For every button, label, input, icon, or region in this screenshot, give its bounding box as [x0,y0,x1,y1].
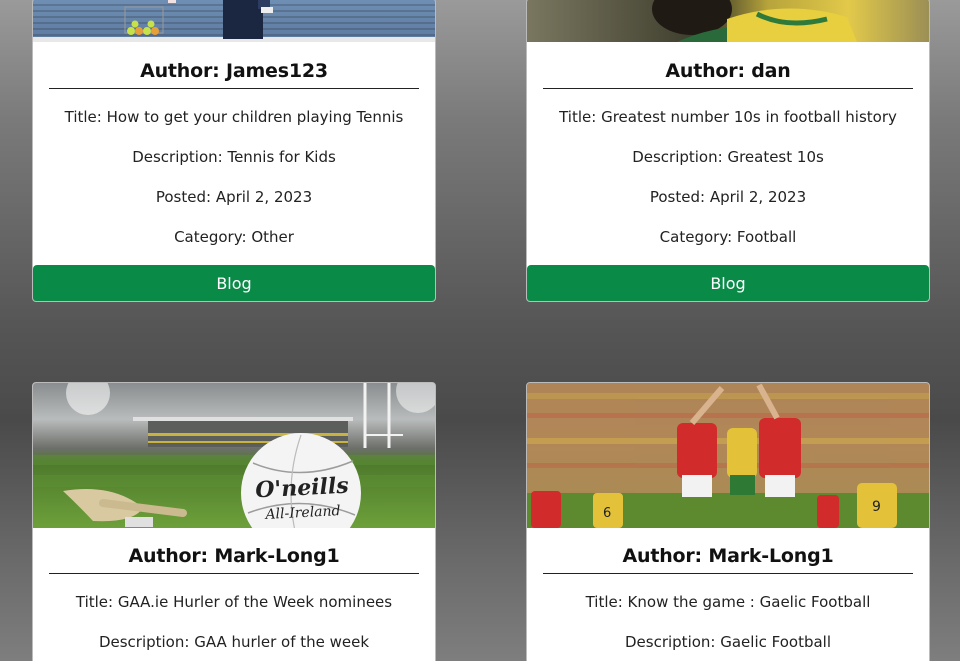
post-title: Title: Know the game : Gaelic Football [585,593,871,611]
post-description: Description: Gaelic Football [624,633,832,651]
post-image-tennis [33,0,435,42]
post-image-hurling: O'neills All-Ireland [33,383,435,528]
post-category: Category: Football [659,228,797,246]
post-image-football [527,0,929,42]
svg-text:9: 9 [872,499,881,515]
post-description: Description: GAA hurler of the week [98,633,370,651]
post-author: Author: dan [543,60,913,89]
post-category: Category: Other [174,228,294,246]
post-description: Description: Tennis for Kids [132,148,336,166]
post-card: Author: dan Title: Greatest number 10s i… [526,0,930,302]
post-title: Title: How to get your children playing … [64,108,404,126]
post-title: Title: Greatest number 10s in football h… [559,108,897,126]
post-author: Author: Mark-Long1 [49,545,419,574]
post-image-gaelic-football: 9 6 [527,383,929,528]
post-card: Author: James123 Title: How to get your … [32,0,436,302]
post-date: Posted: April 2, 2023 [155,188,313,206]
svg-text:6: 6 [603,506,611,521]
post-date: Posted: April 2, 2023 [649,188,807,206]
post-description: Description: Greatest 10s [632,148,824,166]
post-author: Author: James123 [49,60,419,89]
post-card: 9 6 Author: Mark-Long1 Title: Know the g… [526,382,930,661]
post-card: O'neills All-Ireland Author: Mark-Long1 … [32,382,436,661]
blog-button[interactable]: Blog [33,265,435,301]
post-title: Title: GAA.ie Hurler of the Week nominee… [75,593,393,611]
blog-button[interactable]: Blog [527,265,929,301]
post-author: Author: Mark-Long1 [543,545,913,574]
